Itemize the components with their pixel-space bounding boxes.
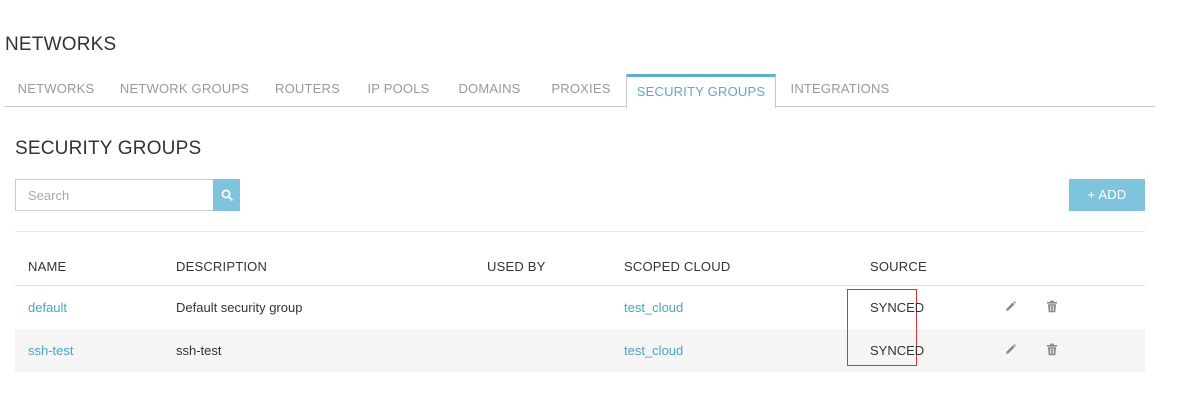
tab-routers[interactable]: ROUTERS [261,74,354,106]
tab-networks[interactable]: NETWORKS [4,74,108,106]
tab-domains[interactable]: DOMAINS [443,74,536,106]
row-scoped-cloud-link[interactable]: test_cloud [624,300,683,315]
table-row: default Default security group test_clou… [15,286,1145,330]
trash-icon[interactable] [1044,299,1060,315]
search-input[interactable] [15,179,213,211]
row-source: SYNCED [870,343,925,358]
column-header-edit [1002,247,1044,286]
row-description: ssh-test [176,329,487,372]
row-used-by [487,329,624,372]
security-groups-table: NAME DESCRIPTION USED BY SCOPED CLOUD SO… [15,247,1145,372]
column-header-name[interactable]: NAME [15,247,176,286]
tab-ip-pools[interactable]: IP POOLS [354,74,443,106]
column-header-delete [1044,247,1145,286]
add-button[interactable]: + ADD [1069,179,1145,211]
search-icon [221,189,233,201]
row-scoped-cloud-link[interactable]: test_cloud [624,343,683,358]
search-button[interactable] [213,179,240,211]
tab-integrations[interactable]: INTEGRATIONS [776,74,904,106]
trash-icon[interactable] [1044,342,1060,358]
section-title: SECURITY GROUPS [15,138,202,159]
row-source: SYNCED [870,300,925,315]
column-header-scoped-cloud[interactable]: SCOPED CLOUD [624,247,870,286]
column-header-description[interactable]: DESCRIPTION [176,247,487,286]
row-used-by [487,286,624,330]
row-name-link[interactable]: ssh-test [28,343,74,358]
column-header-used-by[interactable]: USED BY [487,247,624,286]
tab-proxies[interactable]: PROXIES [536,74,626,106]
row-name-link[interactable]: default [28,300,67,315]
tab-network-groups[interactable]: NETWORK GROUPS [108,74,261,106]
tab-bar: NETWORKS NETWORK GROUPS ROUTERS IP POOLS… [4,74,1155,108]
edit-icon[interactable] [1002,342,1018,358]
divider [15,231,1145,232]
column-header-source[interactable]: SOURCE [870,247,1002,286]
tab-security-groups[interactable]: SECURITY GROUPS [626,74,776,108]
row-description: Default security group [176,300,303,315]
table-header-row: NAME DESCRIPTION USED BY SCOPED CLOUD SO… [15,247,1145,286]
search-box [15,179,240,211]
page-title: NETWORKS [5,34,117,55]
edit-icon[interactable] [1002,299,1018,315]
table-row: ssh-test ssh-test test_cloud SYNCED [15,329,1145,372]
